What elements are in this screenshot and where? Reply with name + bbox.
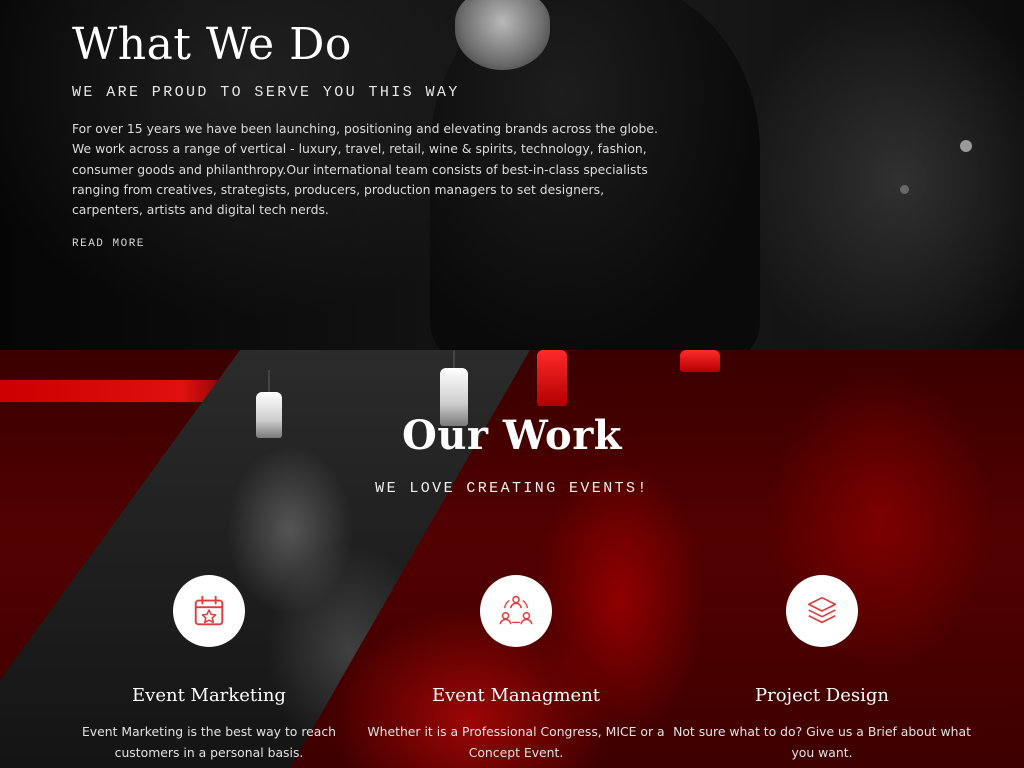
service-title: Event Managment [431,685,601,706]
what-we-do-title: What We Do [72,19,352,70]
service-description: Event Marketing is the best way to reach… [81,724,337,760]
what-we-do-section: What We Do WE ARE PROUD TO SERVE YOU THI… [0,0,1024,350]
lamp-cord [268,370,270,392]
service-description: Whether it is a Professional Congress, M… [367,724,665,760]
what-we-do-subtitle: WE ARE PROUD TO SERVE YOU THIS WAY [72,84,460,101]
background-red-lamp [537,350,567,406]
calendar-star-icon [194,595,224,626]
service-event-marketing[interactable]: Event Marketing Event Marketing is the b… [59,575,359,763]
what-we-do-content: What We Do WE ARE PROUD TO SERVE YOU THI… [72,18,682,251]
our-work-subtitle: WE LOVE CREATING EVENTS! [375,480,649,497]
lamp-cord [453,350,455,368]
our-work-section: Our Work WE LOVE CREATING EVENTS! Event … [0,350,1024,768]
service-title: Event Marketing [132,685,286,706]
read-more-link[interactable]: READ MORE [72,238,145,250]
service-description: Not sure what to do? Give us a Brief abo… [673,724,971,760]
service-title: Project Design [754,685,889,706]
service-project-design[interactable]: Project Design Not sure what to do? Give… [672,575,972,763]
background-light [960,140,972,152]
service-icon-circle [480,575,552,647]
background-red-lamp [680,350,720,372]
service-icon-circle [173,575,245,647]
service-icon-circle [786,575,858,647]
our-work-title: Our Work [401,412,623,459]
what-we-do-body: For over 15 years we have been launching… [72,121,658,218]
service-event-management[interactable]: Event Managment Whether it is a Professi… [366,575,666,763]
background-light [900,185,909,194]
team-cycle-icon [499,595,533,625]
layers-icon [807,596,837,624]
